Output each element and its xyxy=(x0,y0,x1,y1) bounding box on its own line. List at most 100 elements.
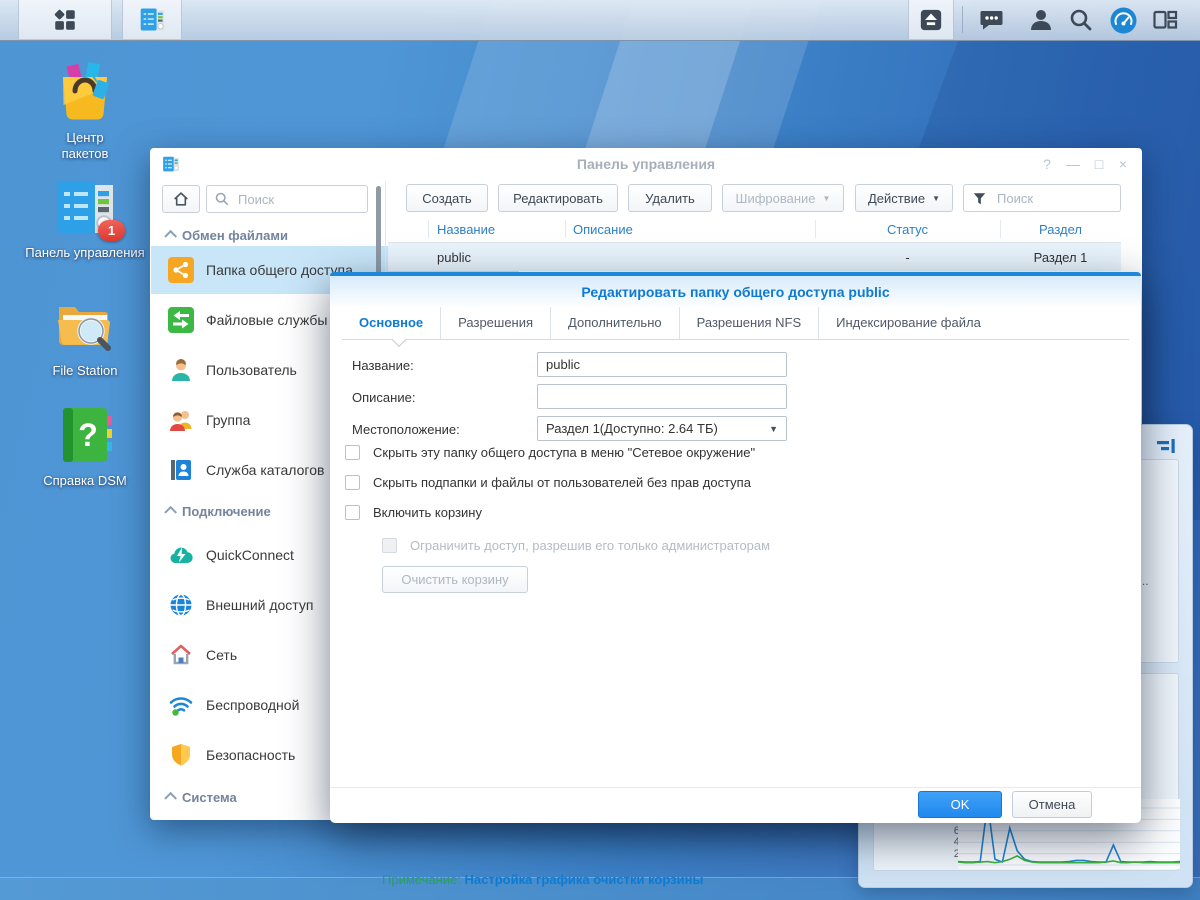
user-icon xyxy=(172,359,190,381)
table-header: Название Описание Статус Раздел xyxy=(388,216,1121,243)
sidebar-search[interactable] xyxy=(206,185,368,213)
checkbox xyxy=(345,445,360,460)
package-center-icon xyxy=(53,60,117,124)
cell-volume: Раздел 1 xyxy=(1033,250,1088,265)
resource-monitor-icon[interactable] xyxy=(1110,7,1137,34)
search-icon[interactable] xyxy=(1068,7,1094,33)
desktop: Центр пакетов 1 Панель управления File S… xyxy=(0,0,1200,900)
chevron-up-icon xyxy=(164,229,177,243)
taskbar xyxy=(0,0,1200,41)
dsm-help-icon: ? xyxy=(53,403,117,467)
desktop-icon-label: Центр пакетов xyxy=(61,130,109,162)
desktop-icon-label: Справка DSM xyxy=(43,473,127,488)
window-minimize-button[interactable]: — xyxy=(1062,154,1084,174)
location-select[interactable]: Раздел 1(Доступно: 2.64 ТБ) ▼ xyxy=(537,416,787,441)
action-dropdown-button[interactable]: Действие ▼ xyxy=(855,184,953,212)
tab-general[interactable]: Основное xyxy=(342,307,442,339)
column-header-description[interactable]: Описание xyxy=(573,222,633,237)
recycle-schedule-link[interactable]: Настройка графика очистки корзины xyxy=(464,872,703,887)
column-header-name[interactable]: Название xyxy=(437,222,495,237)
svg-text:?: ? xyxy=(78,417,98,453)
main-menu-button[interactable] xyxy=(18,0,112,39)
chevron-up-icon xyxy=(164,505,177,519)
directory-service-icon xyxy=(171,460,191,480)
column-header-status[interactable]: Статус xyxy=(815,222,1000,237)
column-separator xyxy=(428,220,429,238)
sidebar-section-connectivity[interactable]: Подключение xyxy=(164,501,271,521)
checkbox-hide-in-network[interactable]: Скрыть эту папку общего доступа в меню "… xyxy=(345,445,755,460)
control-panel-icon: 1 xyxy=(53,175,125,241)
description-field-label: Описание: xyxy=(352,390,416,405)
delete-button[interactable]: Удалить xyxy=(628,184,712,212)
empty-recycle-bin-button[interactable]: Очистить корзину xyxy=(382,566,528,593)
network-icon xyxy=(171,644,191,665)
tab-file-indexing[interactable]: Индексирование файла xyxy=(819,307,998,339)
sidebar-section-file-sharing[interactable]: Обмен файлами xyxy=(164,225,288,245)
wifi-icon xyxy=(169,697,193,716)
dialog-tabs: Основное Разрешения Дополнительно Разреш… xyxy=(342,307,1129,348)
footer-divider xyxy=(330,787,1141,788)
encryption-dropdown-button[interactable]: Шифрование ▼ xyxy=(722,184,844,212)
window-title: Панель управления xyxy=(576,156,716,172)
tab-nfs-permissions[interactable]: Разрешения NFS xyxy=(680,307,820,339)
widget-collapse-icon[interactable] xyxy=(1156,438,1177,456)
chevron-down-icon: ▼ xyxy=(822,193,831,203)
edit-button[interactable]: Редактировать xyxy=(498,184,618,212)
file-services-icon xyxy=(168,307,194,333)
create-button[interactable]: Создать xyxy=(406,184,488,212)
desktop-icon-file-station[interactable]: File Station xyxy=(25,293,145,379)
window-close-button[interactable]: × xyxy=(1112,154,1134,174)
home-button[interactable] xyxy=(162,185,200,213)
dialog-header[interactable]: Редактировать папку общего доступа publi… xyxy=(330,276,1141,307)
checkbox-enable-recycle-bin[interactable]: Включить корзину xyxy=(345,505,482,520)
tab-advanced[interactable]: Дополнительно xyxy=(551,307,680,339)
column-separator xyxy=(565,220,566,238)
cell-status: - xyxy=(905,250,910,265)
description-field-input[interactable] xyxy=(537,384,787,409)
note-line: Примечание: Настройка графика очистки ко… xyxy=(382,872,704,887)
note-prefix: Примечание: xyxy=(382,872,461,887)
cancel-button[interactable]: Отмена xyxy=(1012,791,1092,818)
sidebar-search-input[interactable] xyxy=(236,190,359,208)
filter-search-input[interactable] xyxy=(995,189,1112,207)
taskbar-separator xyxy=(962,6,963,33)
filter-funnel-icon xyxy=(973,192,986,204)
cell-name: public xyxy=(437,250,471,265)
home-icon xyxy=(174,192,188,206)
table-row-public[interactable]: public - Раздел 1 xyxy=(388,243,1121,271)
name-field-input[interactable] xyxy=(537,352,787,377)
desktop-icon-label: Панель управления xyxy=(25,245,145,260)
chevron-down-icon: ▼ xyxy=(932,193,941,203)
desktop-icon-control-panel[interactable]: 1 Панель управления xyxy=(25,175,145,261)
file-station-icon xyxy=(53,293,117,357)
edit-shared-folder-dialog: Редактировать папку общего доступа publi… xyxy=(330,272,1141,887)
chat-icon[interactable] xyxy=(978,7,1004,33)
group-icon xyxy=(170,411,192,431)
main-menu-grid-icon xyxy=(54,9,75,30)
filter-search[interactable] xyxy=(963,184,1121,212)
tab-permissions[interactable]: Разрешения xyxy=(441,307,552,339)
user-icon[interactable] xyxy=(1028,7,1054,33)
location-select-value: Раздел 1(Доступно: 2.64 ТБ) xyxy=(546,421,718,436)
shared-folder-icon xyxy=(168,257,194,283)
widget-panel-toggle-icon[interactable] xyxy=(1152,7,1178,33)
ok-button[interactable]: OK xyxy=(918,791,1002,818)
column-header-volume[interactable]: Раздел xyxy=(1000,222,1121,237)
window-help-button[interactable]: ? xyxy=(1036,154,1058,174)
window-maximize-button[interactable]: □ xyxy=(1088,154,1110,174)
desktop-icon-dsm-help[interactable]: ? Справка DSM xyxy=(25,403,145,489)
notification-badge: 1 xyxy=(98,220,125,241)
quickconnect-icon xyxy=(170,547,193,564)
search-icon xyxy=(215,192,229,206)
checkbox-hide-subfolders[interactable]: Скрыть подпапки и файлы от пользователей… xyxy=(345,475,751,490)
external-device-button[interactable] xyxy=(908,0,954,39)
checkbox xyxy=(345,475,360,490)
taskbar-control-panel-button[interactable] xyxy=(122,0,182,39)
sidebar-section-system[interactable]: Система xyxy=(164,787,237,807)
desktop-icon-package-center[interactable]: Центр пакетов xyxy=(25,60,145,163)
checkbox-restrict-to-admins[interactable]: Ограничить доступ, разрешив его только а… xyxy=(382,538,770,553)
control-panel-icon xyxy=(140,8,164,31)
chevron-up-icon xyxy=(164,791,177,805)
chevron-down-icon: ▼ xyxy=(769,423,778,434)
checkbox xyxy=(382,538,397,553)
